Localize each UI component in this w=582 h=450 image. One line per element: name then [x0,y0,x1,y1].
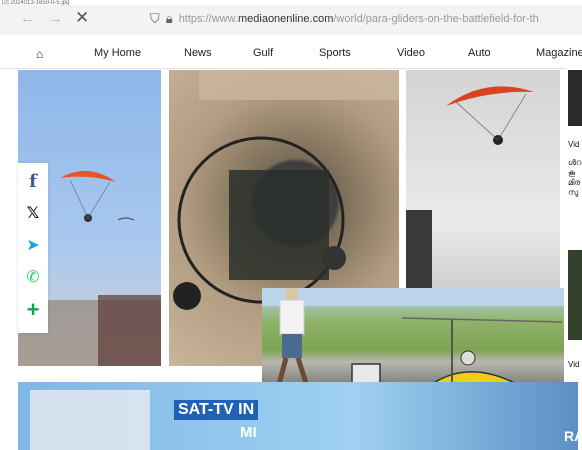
forward-arrow-icon[interactable]: → [48,11,63,27]
sidebar-thumbnail[interactable] [568,70,582,126]
banner-sattv-label: SAT-TV IN [174,400,259,420]
x-icon[interactable]: 𝕏 [22,203,44,225]
nav-news[interactable]: News [184,47,212,59]
sidebar-line-4: സു [568,188,579,197]
lock-icon: 🔒︎ [165,11,173,26]
sidebar-thumbnail-2[interactable] [568,250,582,340]
home-icon[interactable]: ⌂ [36,47,43,61]
telegram-icon[interactable]: ➤ [22,235,44,257]
banner-building-image [30,390,150,450]
nav-sports[interactable]: Sports [319,47,351,59]
engine-frame [229,170,329,280]
whatsapp-icon[interactable]: ✆ [22,267,44,289]
close-icon[interactable]: ✕ [75,9,89,26]
site-navigation: ⌂ My Home News Gulf Sports Video Auto Ma… [0,38,582,69]
distant-glider [117,217,135,221]
article-photo-paraglider-hangar [406,70,560,288]
nav-gulf[interactable]: Gulf [253,47,273,59]
address-bar[interactable]: ⛉ 🔒︎ https://www.mediaonenline.com/world… [150,9,582,29]
sidebar-label-2: Vid [568,360,580,369]
pilot-helmet [460,350,476,366]
nav-my-home[interactable]: My Home [94,47,141,59]
nav-auto[interactable]: Auto [468,47,491,59]
rotor [401,317,563,323]
sidebar-line-1: ൾറ [568,158,582,167]
sidebar-label-1: Vid [568,140,580,149]
back-arrow-icon[interactable]: ← [20,11,35,27]
shield-icon: ⛉ [150,11,160,26]
url-text: https://www.mediaonenline.com/world/para… [178,13,539,25]
nav-video[interactable]: Video [397,47,425,59]
banner-right-text: RA [564,428,582,444]
wheel [173,282,201,310]
banner-line-2: MI [240,424,257,441]
facebook-icon[interactable]: f [22,171,44,193]
paraglider-hangar-illustration [406,86,534,288]
share-bar: f 𝕏 ➤ ✆ + [18,163,48,333]
sidebar-line-3: മിര [568,178,581,187]
sidebar-line-2: കൂ [568,168,576,177]
plus-icon[interactable]: + [22,299,44,321]
nav-magazine[interactable]: Magazine [536,47,582,59]
paraglider-canopy [60,170,116,182]
